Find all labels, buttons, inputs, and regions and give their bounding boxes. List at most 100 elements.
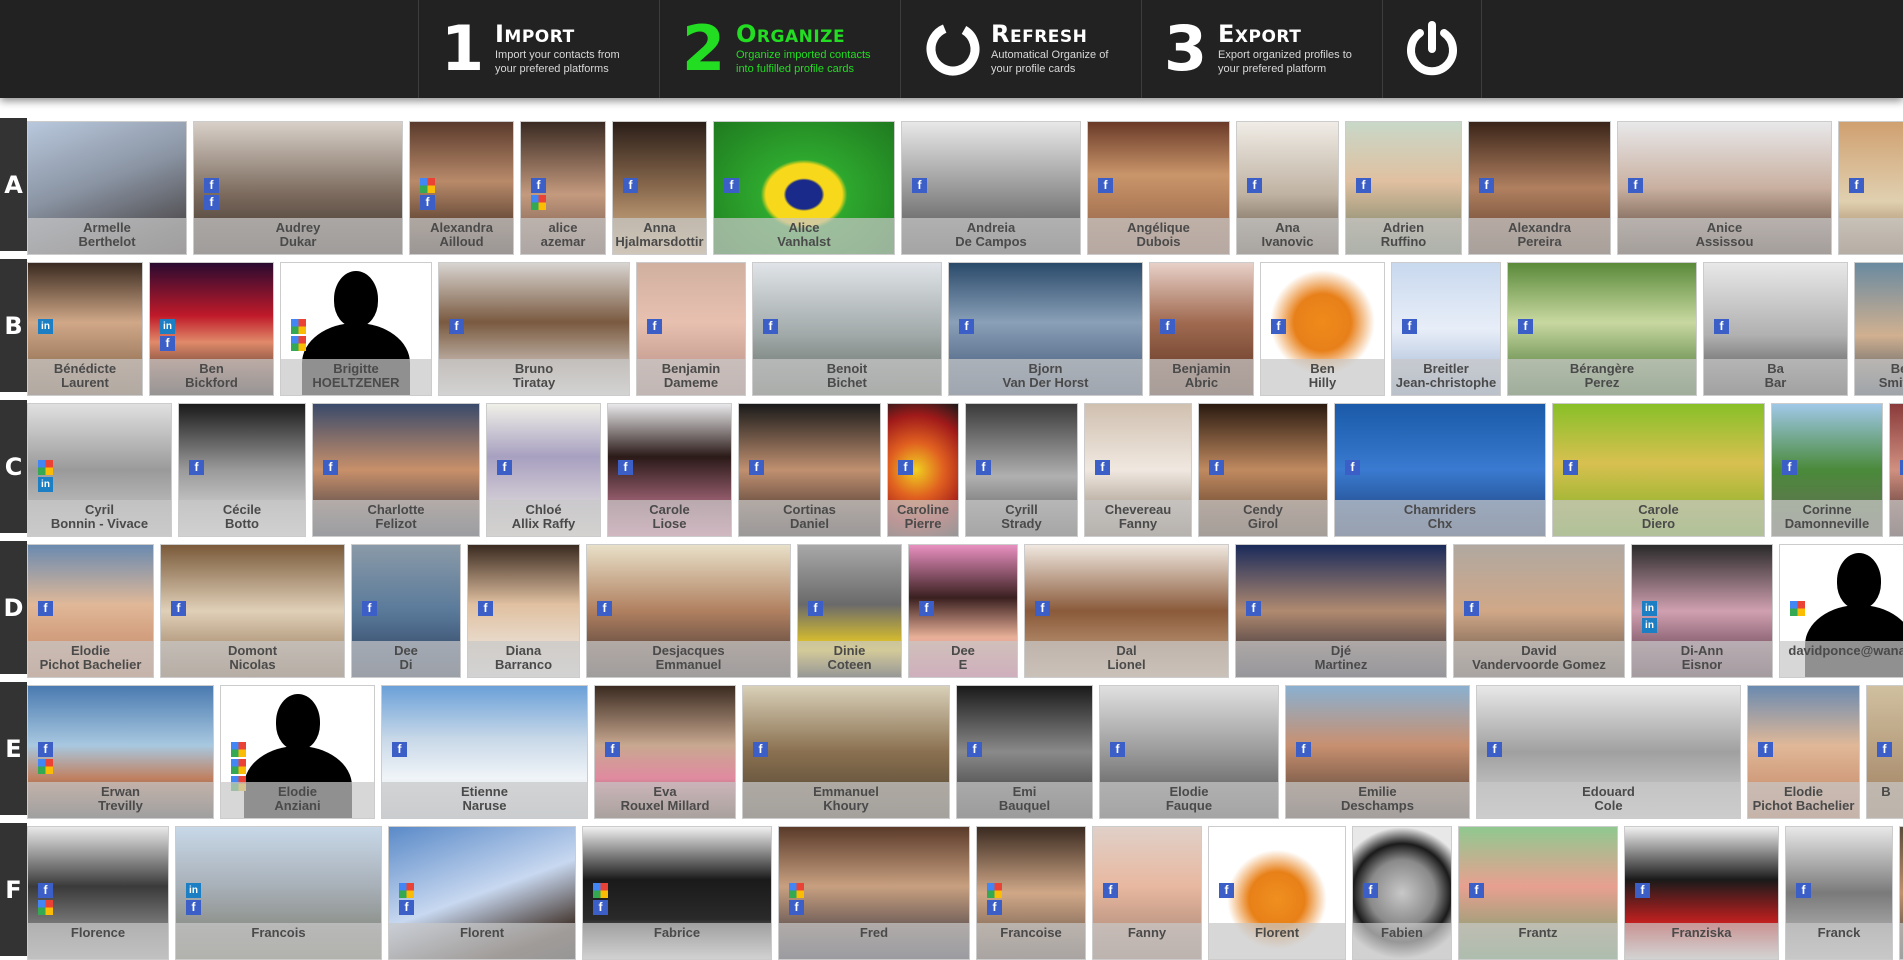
refresh-step-button[interactable]: Refresh Automatical Organize of your pro…: [900, 0, 1141, 98]
contact-card[interactable]: in Bénédicte Laurent: [27, 262, 143, 396]
facebook-icon: f: [1628, 178, 1643, 193]
contact-card[interactable]: f Erwan Trevilly: [27, 685, 214, 819]
contact-card[interactable]: in f Francois: [175, 826, 382, 960]
contact-card[interactable]: f Angélique Dubois: [1087, 121, 1230, 255]
contact-card[interactable]: in f Ben Bickford: [149, 262, 274, 396]
contact-card[interactable]: f Alice Vanhalst: [713, 121, 895, 255]
contact-card[interactable]: f Frantz: [1458, 826, 1618, 960]
contact-card[interactable]: f Fabien: [1352, 826, 1452, 960]
contact-card[interactable]: f Elodie Pichot Bachelier: [27, 544, 154, 678]
contact-card[interactable]: f Bjorn Van Der Horst: [948, 262, 1143, 396]
contact-card[interactable]: f Chevereau Fanny: [1084, 403, 1192, 537]
contact-card[interactable]: f Dee Di: [351, 544, 461, 678]
first-name: Dee: [951, 643, 975, 658]
contact-card[interactable]: f Andreia De Campos: [901, 121, 1081, 255]
contact-card[interactable]: in Cyril Bonnin - Vivace: [27, 403, 172, 537]
contact-card[interactable]: f Etienne Naruse: [381, 685, 588, 819]
contact-card[interactable]: f Ba Bar: [1703, 262, 1848, 396]
contact-card[interactable]: f Florence: [27, 826, 169, 960]
contact-card[interactable]: f Florent: [1208, 826, 1346, 960]
contact-card[interactable]: f Emi Bauquel: [956, 685, 1093, 819]
contact-card[interactable]: f Benjamin Abric: [1149, 262, 1254, 396]
letter-index-b[interactable]: B: [0, 259, 27, 396]
contact-card[interactable]: Elodie Anziani: [220, 685, 375, 819]
power-button[interactable]: [1382, 0, 1482, 98]
first-name: Carole: [649, 502, 690, 517]
contact-card[interactable]: f Fanny: [1092, 826, 1202, 960]
first-name: Edouard: [1582, 784, 1635, 799]
contact-card[interactable]: f Alexandra Pereira: [1468, 121, 1611, 255]
linkedin-icon: in: [186, 883, 201, 898]
last-name: Pichot Bachelier: [39, 657, 142, 672]
contact-card[interactable]: f Emmanuel Khoury: [742, 685, 950, 819]
contact-card[interactable]: f f Audrey Dukar: [193, 121, 403, 255]
contact-card[interactable]: f Edouard Cole: [1476, 685, 1741, 819]
letter-index-f[interactable]: F: [0, 823, 27, 960]
facebook-icon: f: [1758, 742, 1773, 757]
contact-card[interactable]: in in Di-Ann Eisnor: [1631, 544, 1773, 678]
contact-card[interactable]: f Dal Lionel: [1024, 544, 1229, 678]
first-name: Dinie: [833, 643, 866, 658]
contact-card[interactable]: f Fred: [778, 826, 970, 960]
google-icon: [291, 319, 306, 334]
contact-card[interactable]: f Breitler Jean-christophe: [1391, 262, 1501, 396]
step-title: Refresh: [991, 20, 1088, 49]
contact-card[interactable]: f Florent: [388, 826, 576, 960]
contact-card[interactable]: f Desjacques Emmanuel: [586, 544, 791, 678]
contact-card[interactable]: davidponce@wanadoo: [1779, 544, 1903, 678]
contact-card[interactable]: f Corinne Damonneville: [1771, 403, 1883, 537]
contact-card[interactable]: f Chamriders Chx: [1334, 403, 1546, 537]
contact-card[interactable]: f Carole Diero: [1552, 403, 1765, 537]
contact-card[interactable]: f Alexandra Ailloud: [409, 121, 514, 255]
contact-card[interactable]: f Benjamin Dameme: [636, 262, 746, 396]
letter-index-e[interactable]: E: [0, 682, 27, 819]
contact-card[interactable]: f Charlotte Felizot: [312, 403, 480, 537]
contact-card[interactable]: BeSmith-: [1854, 262, 1903, 396]
contact-card[interactable]: f Cécile Botto: [178, 403, 306, 537]
contact-card[interactable]: f Diana Barranco: [467, 544, 580, 678]
letter-index-d[interactable]: D: [0, 541, 27, 678]
contact-card[interactable]: f Elodie Pichot Bachelier: [1747, 685, 1860, 819]
export-step-button[interactable]: 3 Export Export organized profiles to yo…: [1141, 0, 1382, 98]
contact-card[interactable]: f Anice Assissou: [1617, 121, 1832, 255]
contact-card[interactable]: f Djé Martinez: [1235, 544, 1447, 678]
contact-card[interactable]: f Caroline Pierre: [887, 403, 959, 537]
contact-card[interactable]: f Chloé Allix Raffy: [486, 403, 601, 537]
contact-card[interactable]: f Bruno Tiratay: [438, 262, 630, 396]
contact-card[interactable]: f Cortinas Daniel: [738, 403, 881, 537]
contact-card[interactable]: f Ben Hilly: [1260, 262, 1385, 396]
contact-card[interactable]: f David Vandervoorde Gomez: [1453, 544, 1625, 678]
contact-card[interactable]: f Adrien Ruffino: [1345, 121, 1462, 255]
letter-index-c[interactable]: C: [0, 400, 27, 537]
contact-card[interactable]: f Elodie Fauque: [1099, 685, 1279, 819]
contact-card[interactable]: f Anna Hjalmarsdottir: [612, 121, 707, 255]
contact-card[interactable]: f Fabrice: [582, 826, 772, 960]
contact-card[interactable]: fC: [1889, 403, 1903, 537]
contact-card[interactable]: f alice azemar: [520, 121, 606, 255]
contact-card[interactable]: f Franck: [1785, 826, 1893, 960]
first-name: Be: [1890, 361, 1903, 376]
import-step-button[interactable]: 1 Import Import your contacts from your …: [418, 0, 659, 98]
contact-card[interactable]: f Carole Liose: [607, 403, 732, 537]
contact-card[interactable]: fFre: [1899, 826, 1903, 960]
letter-index-a[interactable]: A: [0, 118, 27, 255]
contact-card[interactable]: f Ana Ivanovic: [1236, 121, 1339, 255]
contact-card[interactable]: f Bérangère Perez: [1507, 262, 1697, 396]
contact-name: Corinne Damonneville: [1772, 500, 1882, 536]
contact-card[interactable]: f Franziska: [1624, 826, 1779, 960]
contact-card[interactable]: f Domont Nicolas: [160, 544, 345, 678]
organize-step-button[interactable]: 2 Organize Organize imported contacts in…: [659, 0, 900, 98]
contact-card[interactable]: f Cyrill Strady: [965, 403, 1078, 537]
contact-card[interactable]: f: [1838, 121, 1903, 255]
contact-name: Alice Vanhalst: [714, 218, 894, 254]
contact-card[interactable]: f Cendy Girol: [1198, 403, 1328, 537]
contact-card[interactable]: f Benoit Bichet: [752, 262, 942, 396]
contact-card[interactable]: f Emilie Deschamps: [1285, 685, 1470, 819]
contact-card[interactable]: f Eva Rouxel Millard: [594, 685, 736, 819]
contact-card[interactable]: Brigitte HOELTZENER: [280, 262, 432, 396]
contact-card[interactable]: f Dee E: [908, 544, 1018, 678]
contact-card[interactable]: f Francoise: [976, 826, 1086, 960]
contact-card[interactable]: f Dinie Coteen: [797, 544, 902, 678]
contact-card[interactable]: fB: [1866, 685, 1903, 819]
contact-card[interactable]: Armelle Berthelot: [27, 121, 187, 255]
